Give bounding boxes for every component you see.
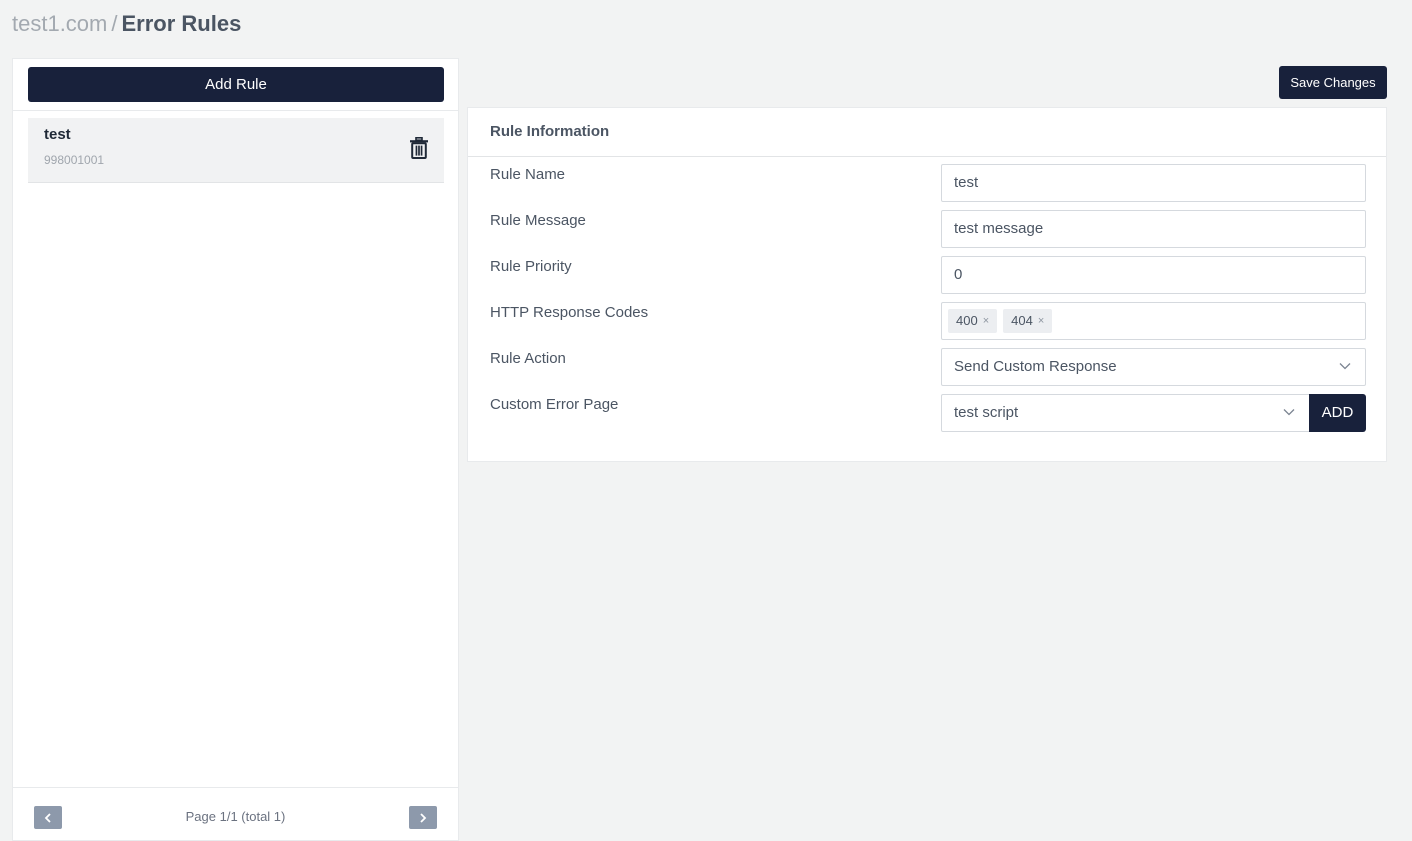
tag-label: 400	[956, 313, 978, 329]
breadcrumb-domain-link[interactable]: test1.com	[12, 11, 107, 36]
rule-priority-label: Rule Priority	[490, 258, 572, 275]
rule-action-value: Send Custom Response	[954, 358, 1117, 375]
rule-message-label: Rule Message	[490, 212, 586, 229]
rule-priority-input[interactable]: 0	[941, 256, 1366, 294]
rule-item-id: 998001001	[44, 153, 105, 167]
chevron-down-icon	[1339, 363, 1351, 370]
custom-error-page-label: Custom Error Page	[490, 396, 619, 413]
rule-information-card: Rule Information Rule Name test Rule Mes…	[467, 107, 1387, 462]
pagination-bar: Page 1/1 (total 1)	[13, 787, 458, 840]
save-changes-button[interactable]: Save Changes	[1279, 66, 1387, 99]
rule-name-label: Rule Name	[490, 166, 566, 183]
remove-tag-icon[interactable]: ×	[983, 303, 989, 339]
rules-list-panel: Add Rule test 998001001 Page 1/1 (total …	[12, 58, 459, 841]
custom-error-page-select[interactable]: test script	[941, 394, 1310, 432]
remove-tag-icon[interactable]: ×	[1038, 303, 1044, 339]
divider	[13, 110, 458, 111]
rule-item-name: test	[44, 126, 71, 143]
response-code-tag: 404 ×	[1003, 309, 1053, 334]
http-response-codes-input[interactable]: 400 × 404 ×	[941, 302, 1366, 340]
page-title: Error Rules	[121, 11, 242, 36]
rule-message-input[interactable]: test message	[941, 210, 1366, 248]
trash-icon[interactable]	[410, 137, 428, 159]
http-response-codes-label: HTTP Response Codes	[490, 304, 649, 321]
breadcrumb-separator: /	[111, 11, 118, 36]
rule-name-input[interactable]: test	[941, 164, 1366, 202]
rule-action-select[interactable]: Send Custom Response	[941, 348, 1366, 386]
pagination-status: Page 1/1 (total 1)	[185, 809, 286, 824]
add-rule-button[interactable]: Add Rule	[28, 67, 444, 102]
tag-label: 404	[1011, 313, 1033, 329]
next-page-button[interactable]	[409, 806, 437, 829]
add-error-page-button[interactable]: ADD	[1309, 394, 1366, 432]
divider	[468, 156, 1386, 157]
rule-action-label: Rule Action	[490, 350, 566, 367]
chevron-down-icon	[1283, 409, 1295, 416]
response-code-tag: 400 ×	[948, 309, 998, 334]
breadcrumb: test1.com / Error Rules	[12, 10, 241, 38]
chevron-right-icon	[420, 812, 427, 823]
custom-error-page-value: test script	[954, 404, 1019, 421]
card-title: Rule Information	[490, 123, 610, 140]
rule-list-item[interactable]: test 998001001	[28, 118, 444, 183]
